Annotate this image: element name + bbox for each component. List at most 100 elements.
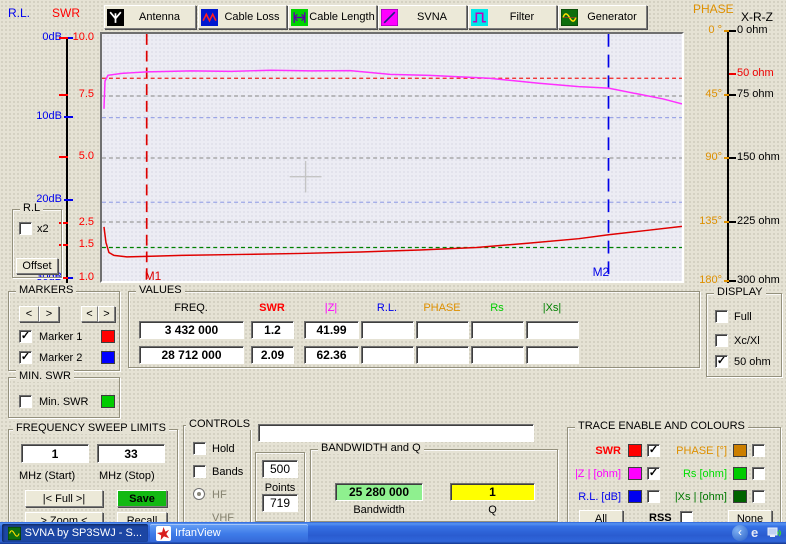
bands-checkbox[interactable]: [193, 465, 206, 478]
full-span-button[interactable]: |< Full >|: [25, 490, 103, 507]
offset-button[interactable]: Offset: [16, 258, 58, 274]
value-rs-m1[interactable]: [471, 321, 524, 339]
trace-z-swatch[interactable]: [628, 467, 642, 480]
hold-checkbox[interactable]: [193, 442, 206, 455]
display-xcxl-label: Xc/Xl: [734, 335, 760, 347]
marker2-checkbox[interactable]: ✓: [19, 351, 32, 364]
value-phase-m1[interactable]: [416, 321, 469, 339]
marker1-next-button[interactable]: >: [39, 306, 59, 322]
display-50ohm-label: 50 ohm: [734, 356, 771, 368]
marker1-prev-button[interactable]: <: [19, 306, 39, 322]
controls-panel-title: CONTROLS: [186, 418, 253, 430]
trace-swr-checkbox[interactable]: ✓: [647, 444, 660, 457]
generator-icon: [561, 9, 578, 26]
trace-rs-checkbox[interactable]: [752, 467, 765, 480]
tray-network-monitor-icon[interactable]: [767, 526, 783, 541]
svna-button[interactable]: SVNA: [378, 5, 467, 29]
filter-button[interactable]: Filter: [468, 5, 557, 29]
sweep-chart[interactable]: M1M2: [100, 32, 684, 283]
x2-checkbox[interactable]: [19, 222, 32, 235]
trace-rl-swatch[interactable]: [628, 490, 642, 503]
value-z-m2[interactable]: 62.36: [304, 346, 359, 364]
ohm-tick-75: 75 ohm: [737, 88, 774, 100]
value-rl-m1[interactable]: [361, 321, 414, 339]
taskbar-task-svna[interactable]: SVNA by SP3SWJ - S...: [2, 524, 148, 542]
marker2-prev-button[interactable]: <: [81, 306, 98, 322]
values-header-z: |Z|: [301, 302, 361, 314]
command-input[interactable]: [258, 424, 534, 442]
start-freq-input[interactable]: 1: [21, 444, 89, 463]
value-xs-m1[interactable]: [526, 321, 579, 339]
value-rs-m2[interactable]: [471, 346, 524, 364]
hf-radio[interactable]: [193, 488, 205, 500]
antenna-button[interactable]: Antenna: [104, 5, 196, 29]
swr-tick-7-5: 7.5: [70, 88, 94, 100]
min-swr-color-swatch[interactable]: [101, 395, 115, 408]
swr-tick-1-5: 1.5: [70, 238, 94, 250]
value-phase-m2[interactable]: [416, 346, 469, 364]
marker2-color-swatch[interactable]: [101, 351, 115, 364]
generator-button[interactable]: Generator: [558, 5, 647, 29]
bandwidth-field[interactable]: 25 280 000: [335, 483, 423, 501]
taskbar-task-irfanview-label: IrfanView: [175, 527, 221, 539]
left-axis-line: [66, 38, 68, 283]
ohm-tick-0: 0 ohm: [737, 24, 768, 36]
value-rl-m2[interactable]: [361, 346, 414, 364]
trace-xs-checkbox[interactable]: [752, 490, 765, 503]
markers-panel: MARKERS < > < > ✓ Marker 1 ✓ Marker 2: [8, 291, 120, 371]
trace-phase-checkbox[interactable]: [752, 444, 765, 457]
rl-offset-group: R.L x2 Offset: [12, 209, 62, 278]
trace-phase-swatch[interactable]: [733, 444, 747, 457]
tray-app-e-icon[interactable]: e: [751, 525, 764, 541]
tray-hide-icons-chevron-icon[interactable]: ‹: [732, 525, 748, 541]
cable-length-button[interactable]: Cable Length: [288, 5, 377, 29]
value-xs-m2[interactable]: [526, 346, 579, 364]
cable-loss-icon: [201, 9, 218, 26]
values-header-rs: Rs: [467, 302, 527, 314]
cable-loss-button[interactable]: Cable Loss: [198, 5, 287, 29]
trace-rl-checkbox[interactable]: [647, 490, 660, 503]
stop-freq-input[interactable]: 33: [97, 444, 165, 463]
display-50ohm-checkbox[interactable]: ✓: [715, 355, 728, 368]
value-z-m1[interactable]: 41.99: [304, 321, 359, 339]
min-swr-panel: MIN. SWR Min. SWR: [8, 377, 120, 418]
save-button[interactable]: Save: [117, 490, 167, 507]
hold-label: Hold: [212, 443, 235, 455]
q-field[interactable]: 1: [450, 483, 535, 501]
marker1-label: Marker 1: [39, 331, 82, 343]
svna-app-icon: [8, 526, 21, 541]
antenna-icon: [107, 9, 124, 26]
display-panel-title: DISPLAY: [714, 286, 766, 298]
value-freq-m1[interactable]: 3 432 000: [139, 321, 244, 339]
display-xcxl-checkbox[interactable]: [715, 334, 728, 347]
filter-icon: [471, 9, 488, 26]
value-swr-m2[interactable]: 2.09: [251, 346, 294, 364]
points-bottom-input[interactable]: 719: [262, 494, 298, 512]
swr-tick-2-5: 2.5: [70, 216, 94, 228]
points-panel: 500 Points 719: [255, 452, 305, 522]
marker2-next-button[interactable]: >: [98, 306, 115, 322]
trace-rs-swatch[interactable]: [733, 467, 747, 480]
stop-freq-label: MHz (Stop): [99, 470, 155, 482]
chart-plot: M1M2: [102, 34, 682, 281]
trace-xs-swatch[interactable]: [733, 490, 747, 503]
bandwidth-panel: BANDWIDTH and Q 25 280 000 Bandwidth 1 Q: [310, 449, 558, 522]
min-swr-checkbox[interactable]: [19, 395, 32, 408]
trace-z-checkbox[interactable]: ✓: [647, 467, 660, 480]
display-full-checkbox[interactable]: [715, 310, 728, 323]
marker1-color-swatch[interactable]: [101, 330, 115, 343]
trace-swr-label: SWR: [568, 445, 621, 457]
phase-tick-90: 90°: [692, 151, 722, 163]
trace-swr-swatch[interactable]: [628, 444, 642, 457]
cable-loss-button-label: Cable Loss: [218, 11, 286, 23]
start-freq-label: MHz (Start): [19, 470, 75, 482]
value-swr-m1[interactable]: 1.2: [251, 321, 294, 339]
values-header-xs: |Xs|: [522, 302, 582, 314]
x2-label: x2: [37, 223, 49, 235]
phase-axis-title: PHASE: [693, 2, 734, 16]
taskbar-task-irfanview[interactable]: IrfanView: [150, 524, 308, 542]
q-label: Q: [450, 504, 535, 516]
points-top-input[interactable]: 500: [262, 460, 298, 478]
value-freq-m2[interactable]: 28 712 000: [139, 346, 244, 364]
marker1-checkbox[interactable]: ✓: [19, 330, 32, 343]
